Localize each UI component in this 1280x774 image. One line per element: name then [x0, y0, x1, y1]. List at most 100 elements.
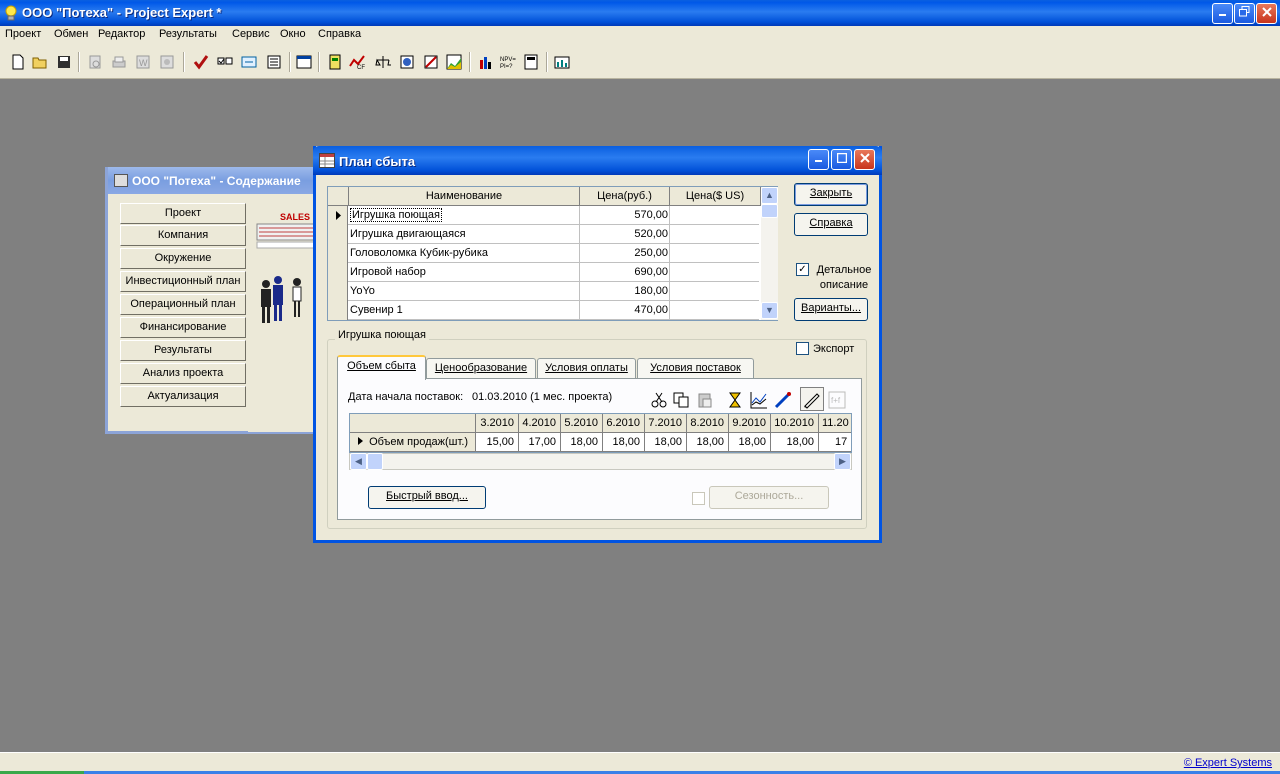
volume-cell[interactable]: 18,00	[603, 433, 645, 452]
menu-help[interactable]: Справка	[318, 28, 361, 40]
export-checkbox[interactable]	[796, 342, 809, 355]
menu-editor[interactable]: Редактор	[98, 28, 145, 40]
menu-exchange[interactable]: Обмен	[54, 28, 88, 40]
tab-pricing[interactable]: Ценообразование	[426, 358, 536, 379]
product-row[interactable]: Игрушка двигающаяся 520,00	[328, 225, 759, 244]
seasonality-button[interactable]: Сезонность...	[709, 486, 829, 509]
excel-export-icon[interactable]	[159, 54, 175, 70]
scroll-thumb[interactable]	[761, 204, 778, 218]
nav-financing[interactable]: Финансирование	[120, 317, 246, 338]
save-icon[interactable]	[56, 54, 72, 70]
list-icon[interactable]	[266, 54, 282, 70]
volume-cell[interactable]: 18,00	[771, 433, 819, 452]
detail-description-checkbox[interactable]: ✓	[796, 263, 809, 276]
menu-results[interactable]: Результаты	[159, 28, 217, 40]
minimize-button[interactable]	[1212, 3, 1233, 24]
line-chart-icon[interactable]	[750, 391, 768, 409]
cut-icon[interactable]	[650, 391, 668, 409]
dialog-close-button[interactable]	[854, 149, 875, 170]
paste-icon[interactable]	[696, 391, 714, 409]
svg-text:CF: CF	[357, 65, 365, 70]
product-row[interactable]: Игрушка поющая 570,00	[328, 206, 759, 225]
close-app-button[interactable]	[1256, 3, 1277, 24]
volume-cell[interactable]: 17,00	[519, 433, 561, 452]
balance-icon[interactable]	[375, 54, 391, 70]
product-row[interactable]: Игровой набор 690,00	[328, 263, 759, 282]
word-export-icon[interactable]: W	[135, 54, 151, 70]
close-button[interactable]: Закрыть	[794, 183, 868, 206]
volume-row-header[interactable]: Объем продаж(шт.)	[350, 433, 476, 452]
globe-report-icon[interactable]	[399, 54, 415, 70]
scroll-thumb[interactable]	[367, 453, 383, 470]
tab-payment-terms[interactable]: Условия оплаты	[537, 358, 636, 379]
area-chart-icon[interactable]	[446, 54, 462, 70]
volume-cell[interactable]: 17	[819, 433, 851, 452]
column-header-price-rub[interactable]: Цена(руб.)	[580, 187, 670, 206]
print-preview-icon[interactable]	[87, 54, 103, 70]
toolbar-separator	[289, 52, 291, 72]
table-chart-icon[interactable]	[554, 54, 570, 70]
volume-cell[interactable]: 18,00	[561, 433, 603, 452]
nav-investment-plan[interactable]: Инвестиционный план	[120, 271, 246, 292]
grid-horizontal-scrollbar[interactable]: ◀ ▶	[349, 453, 852, 470]
scroll-left-button[interactable]: ◀	[350, 453, 367, 470]
scroll-down-button[interactable]: ▼	[761, 302, 778, 319]
npv-pi-icon[interactable]: NPV=?PI=?	[500, 54, 516, 70]
dialog-minimize-button[interactable]	[808, 149, 829, 170]
tab-sales-volume[interactable]: Объем сбыта	[337, 355, 426, 380]
menu-project[interactable]: Проект	[5, 28, 41, 40]
print-icon[interactable]	[111, 54, 127, 70]
cashflow-icon[interactable]: CF	[349, 54, 365, 70]
edit-mode-toggle[interactable]	[800, 387, 824, 411]
nav-project[interactable]: Проект	[120, 203, 246, 224]
checklist-icon[interactable]	[217, 54, 233, 70]
products-grid: Наименование Цена(руб.) Цена($ US) Игруш…	[327, 186, 778, 321]
nav-project-analysis[interactable]: Анализ проекта	[120, 363, 246, 384]
check-icon[interactable]	[193, 54, 209, 70]
new-file-icon[interactable]	[10, 54, 26, 70]
grid-vertical-scrollbar[interactable]: ▲ ▼	[761, 187, 778, 320]
variants-button[interactable]: Варианты...	[794, 298, 868, 321]
product-name: Игрушка поющая	[350, 208, 442, 222]
volume-cell[interactable]: 18,00	[645, 433, 687, 452]
copy-icon[interactable]	[672, 391, 690, 409]
scroll-right-button[interactable]: ▶	[834, 453, 851, 470]
wand-icon[interactable]	[774, 391, 792, 409]
scroll-up-button[interactable]: ▲	[761, 187, 778, 204]
open-folder-icon[interactable]	[32, 54, 48, 70]
column-header-price-usd[interactable]: Цена($ US)	[670, 187, 761, 206]
nav-operational-plan[interactable]: Операционный план	[120, 294, 246, 315]
tab-delivery-terms[interactable]: Условия поставок	[637, 358, 754, 379]
sales-plan-titlebar: План сбыта	[313, 146, 882, 175]
menu-window[interactable]: Окно	[280, 28, 306, 40]
product-name: Головоломка Кубик-рубика	[350, 247, 488, 259]
copyright-link[interactable]: © Expert Systems	[1184, 757, 1272, 769]
product-row[interactable]: Сувенир 1 470,00	[328, 301, 759, 320]
dialog-maximize-button[interactable]	[831, 149, 852, 170]
hourglass-icon[interactable]	[726, 391, 744, 409]
chart-report-icon[interactable]	[423, 54, 439, 70]
product-price-rub: 520,00	[634, 228, 668, 240]
nav-actualization[interactable]: Актуализация	[120, 386, 246, 407]
nav-environment[interactable]: Окружение	[120, 248, 246, 269]
sales-people-icon: SALES	[256, 212, 318, 323]
help-button[interactable]: Справка	[794, 213, 868, 236]
product-row[interactable]: Головоломка Кубик-рубика 250,00	[328, 244, 759, 263]
calculator-icon[interactable]	[523, 54, 539, 70]
volume-cell[interactable]: 15,00	[476, 433, 519, 452]
restore-button[interactable]	[1234, 3, 1255, 24]
nav-company[interactable]: Компания	[120, 225, 246, 246]
nav-results[interactable]: Результаты	[120, 340, 246, 361]
document-icon[interactable]	[327, 54, 343, 70]
menu-service[interactable]: Сервис	[232, 28, 270, 40]
formula-icon[interactable]: f+f	[828, 391, 846, 409]
volume-cell[interactable]: 18,00	[729, 433, 771, 452]
exchange-icon[interactable]	[241, 54, 257, 70]
window-icon[interactable]	[296, 54, 312, 70]
bar-chart-icon[interactable]	[478, 54, 494, 70]
column-header-name[interactable]: Наименование	[349, 187, 580, 206]
quick-input-button[interactable]: Быстрый ввод...	[368, 486, 486, 509]
volume-cell[interactable]: 18,00	[687, 433, 729, 452]
product-row[interactable]: YoYo 180,00	[328, 282, 759, 301]
seasonality-checkbox[interactable]	[692, 492, 705, 505]
